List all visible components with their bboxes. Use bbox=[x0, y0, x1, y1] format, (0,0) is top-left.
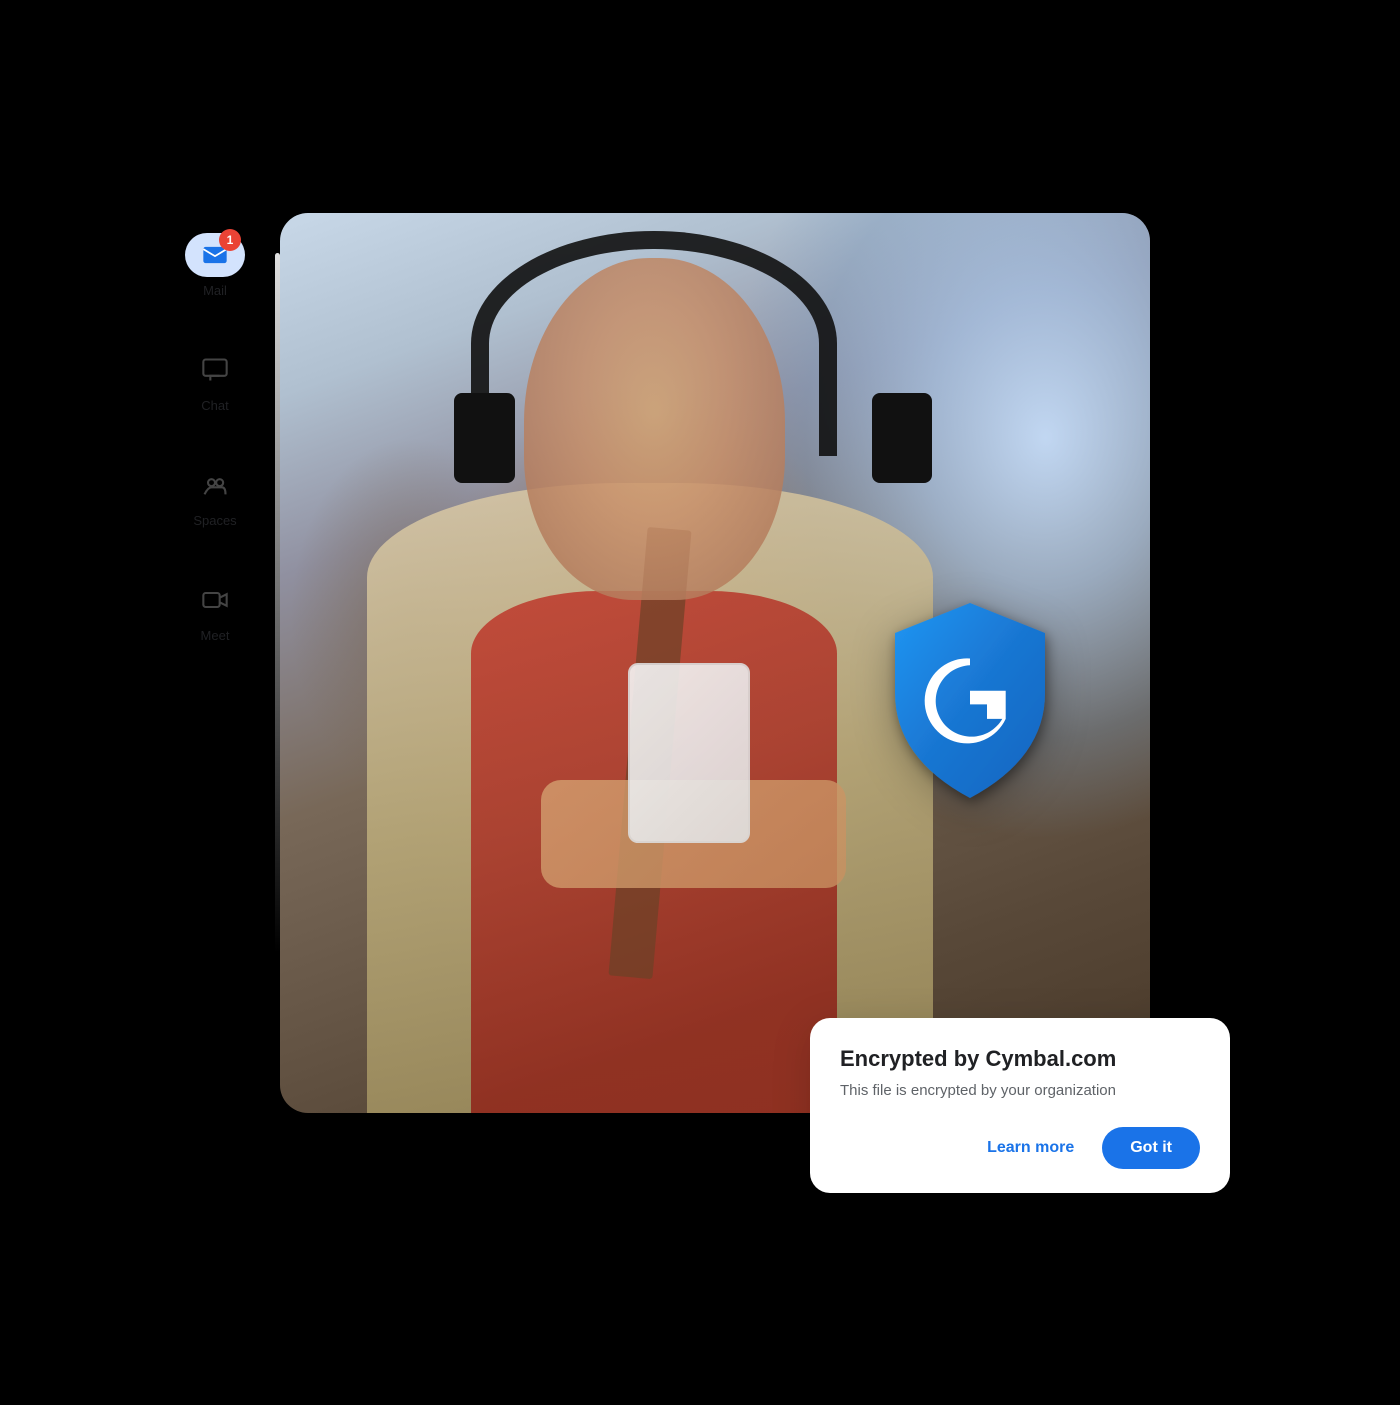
sidebar-item-spaces[interactable]: Spaces bbox=[185, 463, 245, 528]
headphones-visual bbox=[471, 231, 836, 456]
phone-visual bbox=[628, 663, 750, 843]
got-it-button[interactable]: Got it bbox=[1102, 1127, 1200, 1169]
main-scene: 1 Mail Chat Spaces bbox=[150, 153, 1250, 1253]
mail-badge: 1 bbox=[219, 229, 241, 251]
mail-label: Mail bbox=[203, 283, 227, 298]
sidebar-item-mail[interactable]: 1 Mail bbox=[185, 233, 245, 298]
headphone-right-cup bbox=[872, 393, 933, 483]
spaces-icon bbox=[201, 471, 229, 499]
dialog-actions: Learn more Got it bbox=[840, 1127, 1200, 1169]
sidebar-item-chat[interactable]: Chat bbox=[185, 348, 245, 413]
headphone-left-cup bbox=[454, 393, 515, 483]
spaces-label: Spaces bbox=[193, 513, 236, 528]
sidebar: 1 Mail Chat Spaces bbox=[150, 233, 280, 643]
mail-icon-wrap: 1 bbox=[185, 233, 245, 277]
photo-card bbox=[280, 213, 1150, 1113]
spaces-icon-wrap bbox=[185, 463, 245, 507]
meet-icon bbox=[201, 586, 229, 614]
chat-icon bbox=[201, 356, 229, 384]
google-shield-icon bbox=[870, 593, 1070, 813]
dialog-title: Encrypted by Cymbal.com bbox=[840, 1046, 1200, 1072]
meet-icon-wrap bbox=[185, 578, 245, 622]
learn-more-button[interactable]: Learn more bbox=[971, 1129, 1090, 1167]
sidebar-item-meet[interactable]: Meet bbox=[185, 578, 245, 643]
chat-icon-wrap bbox=[185, 348, 245, 392]
chat-label: Chat bbox=[201, 398, 228, 413]
dialog-subtitle: This file is encrypted by your organizat… bbox=[840, 1082, 1200, 1099]
encryption-dialog: Encrypted by Cymbal.com This file is enc… bbox=[810, 1018, 1230, 1193]
meet-label: Meet bbox=[201, 628, 230, 643]
